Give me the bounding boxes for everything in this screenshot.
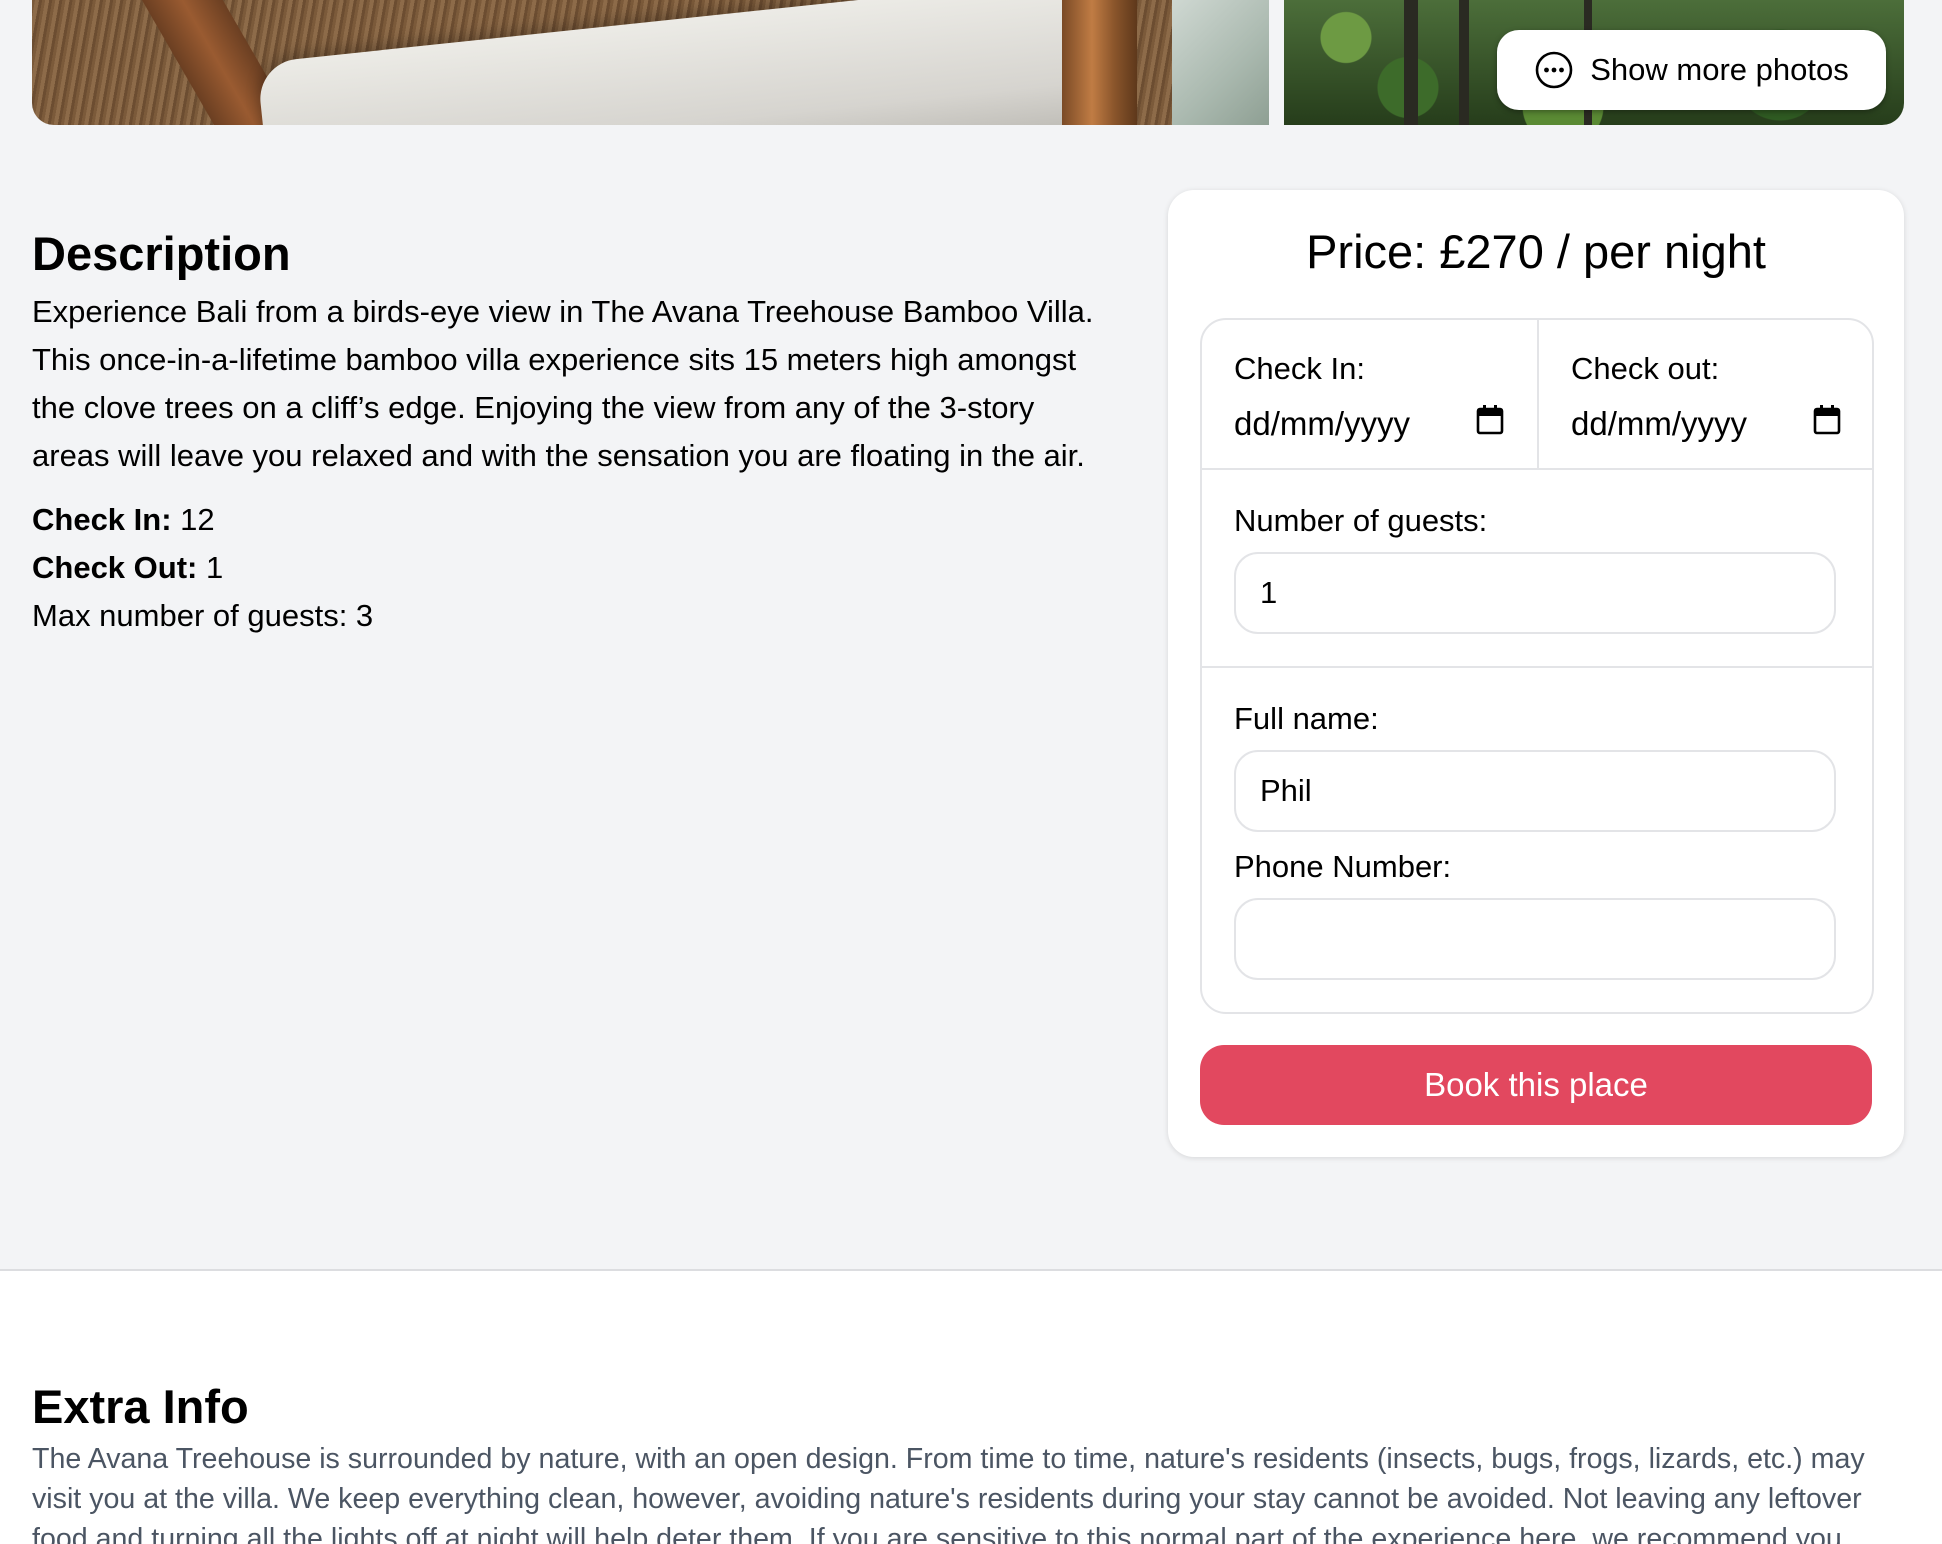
guests-input[interactable] bbox=[1234, 552, 1836, 634]
photo-trunk bbox=[1459, 0, 1469, 125]
date-row: Check In: dd/mm/yyyy Check out: dd/mm/yy… bbox=[1202, 320, 1872, 470]
check-in-fact-label: Check In: bbox=[32, 502, 172, 537]
check-out-placeholder: dd/mm/yyyy bbox=[1571, 405, 1748, 442]
main-photo[interactable] bbox=[32, 0, 1269, 125]
check-in-fact-value: 12 bbox=[180, 502, 215, 537]
max-guests-fact: Max number of guests: 3 bbox=[32, 598, 374, 633]
listing-facts: Check In: 12 Check Out: 1 Max number of … bbox=[32, 496, 1102, 640]
photo-post bbox=[1062, 0, 1137, 125]
show-more-photos-label: Show more photos bbox=[1590, 52, 1849, 87]
calendar-icon[interactable] bbox=[1476, 405, 1504, 443]
photo-trunk bbox=[1404, 0, 1418, 125]
check-in-placeholder: dd/mm/yyyy bbox=[1234, 405, 1411, 442]
check-out-fact-value: 1 bbox=[205, 550, 224, 585]
booking-widget: Price: £270 / per night Check In: dd/mm/… bbox=[1168, 190, 1904, 1157]
description-text: Experience Bali from a birds-eye view in… bbox=[32, 294, 1094, 473]
check-out-fact-label: Check Out: bbox=[32, 550, 198, 585]
description-heading: Description bbox=[32, 227, 291, 280]
extra-info-text: The Avana Treehouse is surrounded by nat… bbox=[32, 1443, 1865, 1544]
ellipsis-circle-icon bbox=[1534, 50, 1574, 90]
check-out-fact: Check Out: 1 bbox=[32, 544, 1102, 592]
book-this-place-button[interactable]: Book this place bbox=[1200, 1045, 1872, 1125]
show-more-photos-button[interactable]: Show more photos bbox=[1497, 30, 1886, 110]
guests-block: Number of guests: bbox=[1202, 470, 1872, 668]
check-in-label: Check In: bbox=[1234, 351, 1365, 386]
check-out-label: Check out: bbox=[1571, 351, 1720, 386]
photo-window bbox=[1172, 0, 1269, 125]
extra-info-section: Extra Info The Avana Treehouse is surrou… bbox=[0, 1269, 1942, 1544]
full-name-input[interactable] bbox=[1234, 750, 1836, 832]
description-section: Description Experience Bali from a birds… bbox=[32, 220, 1102, 640]
check-in-date-input[interactable]: dd/mm/yyyy bbox=[1234, 400, 1504, 448]
check-in-cell: Check In: dd/mm/yyyy bbox=[1202, 320, 1537, 468]
price-per-night: Price: £270 / per night bbox=[1306, 225, 1766, 278]
booking-form: Check In: dd/mm/yyyy Check out: dd/mm/yy… bbox=[1200, 318, 1874, 1014]
phone-number-label: Phone Number: bbox=[1234, 849, 1452, 884]
full-name-label: Full name: bbox=[1234, 701, 1379, 736]
guests-label: Number of guests: bbox=[1234, 503, 1488, 538]
phone-number-input[interactable] bbox=[1234, 898, 1836, 980]
check-out-date-input[interactable]: dd/mm/yyyy bbox=[1571, 400, 1841, 448]
photo-cushion bbox=[256, 0, 1088, 125]
check-in-fact: Check In: 12 bbox=[32, 496, 1102, 544]
extra-info-heading: Extra Info bbox=[32, 1380, 249, 1433]
check-out-cell: Check out: dd/mm/yyyy bbox=[1537, 320, 1874, 468]
calendar-icon[interactable] bbox=[1813, 405, 1841, 443]
